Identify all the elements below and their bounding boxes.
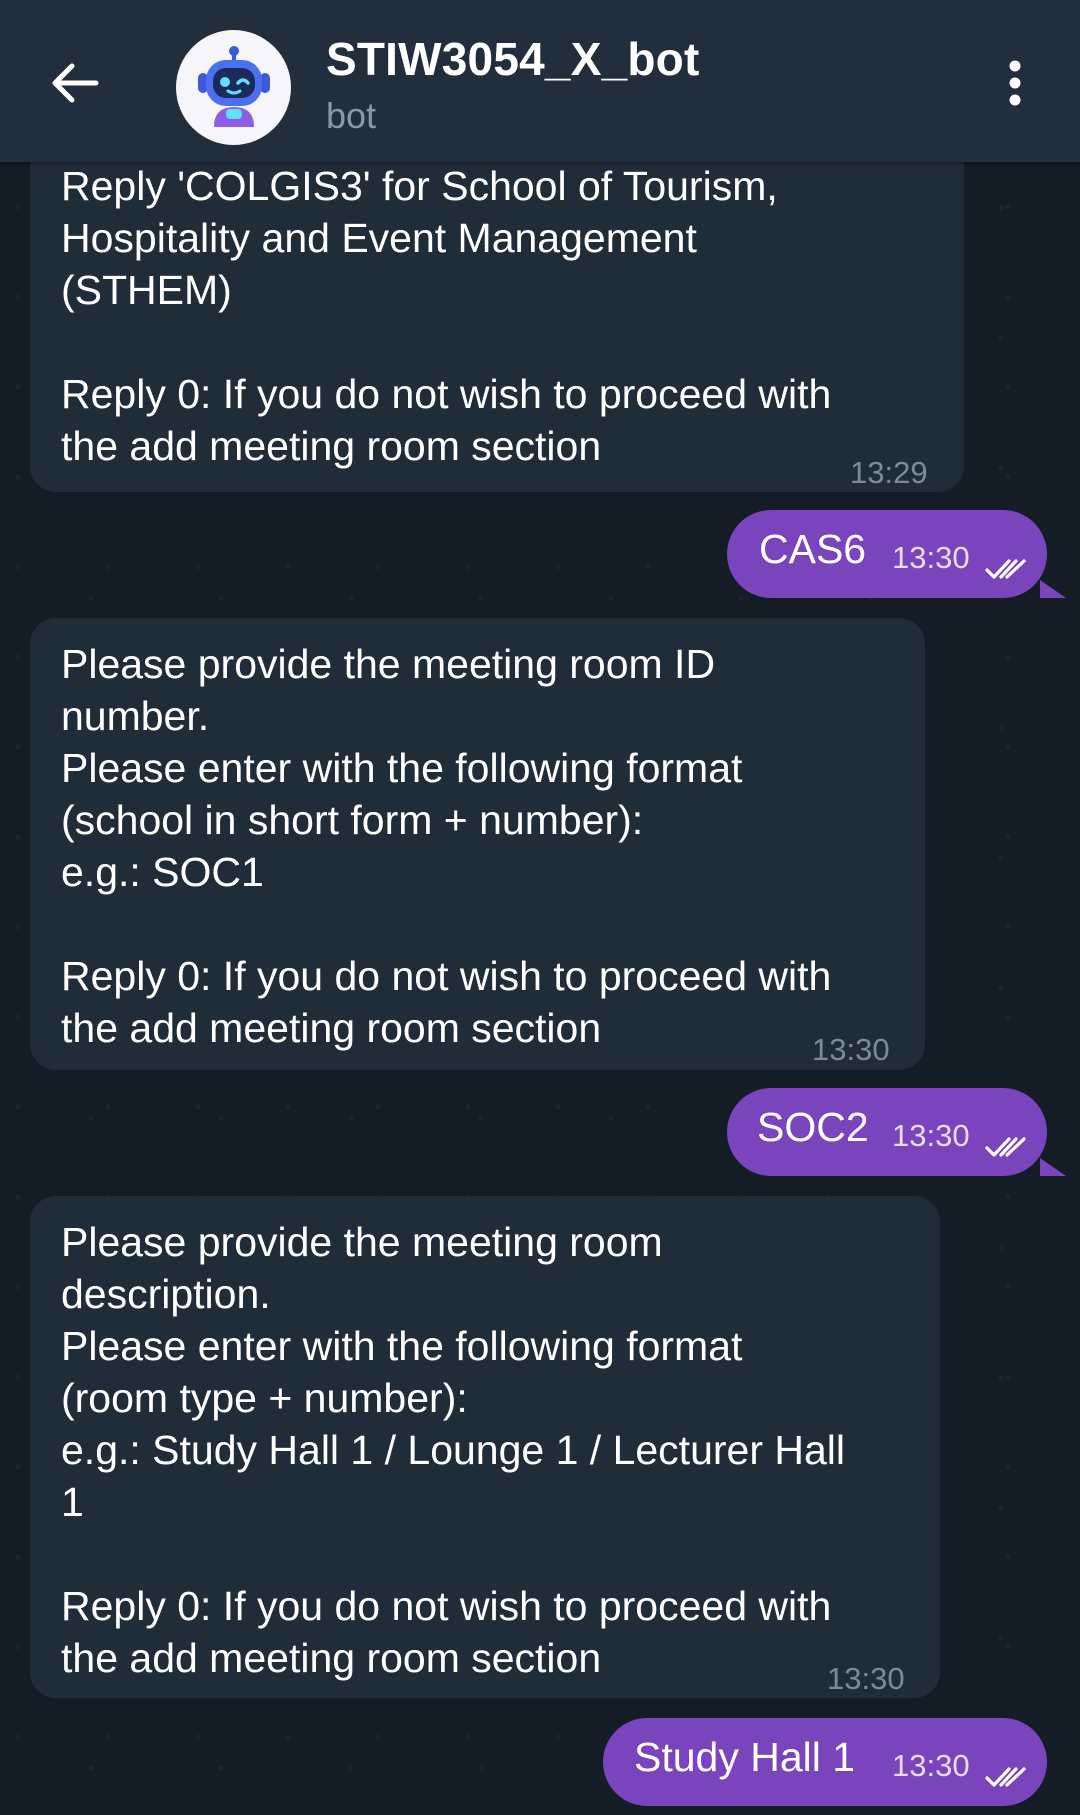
chat-title[interactable]: STIW3054_X_bot xyxy=(326,32,699,86)
message-time: 13:30 xyxy=(892,1748,970,1783)
double-check-icon xyxy=(985,544,1033,591)
message-text: SOC2 xyxy=(757,1104,869,1150)
double-check-icon xyxy=(985,1122,1033,1169)
more-options-button[interactable] xyxy=(990,50,1040,120)
back-button[interactable] xyxy=(40,45,110,125)
message-text: Reply 'COLGIS3' for School of Tourism, H… xyxy=(61,163,832,469)
message-text: Study Hall 1 xyxy=(634,1734,856,1780)
message-time: 13:30 xyxy=(892,540,970,575)
robot-icon xyxy=(192,43,276,132)
message-text: Please provide the meeting room descript… xyxy=(61,1219,846,1681)
message-time: 13:30 xyxy=(892,1118,970,1153)
outgoing-message[interactable]: CAS6 13:30 xyxy=(727,510,1047,598)
message-time: 13:29 xyxy=(850,455,928,490)
avatar[interactable] xyxy=(176,30,291,145)
outgoing-message[interactable]: Study Hall 1 13:30 xyxy=(603,1718,1047,1806)
outgoing-message[interactable]: SOC2 13:30 xyxy=(727,1088,1047,1176)
message-time: 13:30 xyxy=(812,1032,890,1067)
message-time: 13:30 xyxy=(827,1661,905,1696)
bubble-tail xyxy=(1040,1158,1066,1176)
message-text: CAS6 xyxy=(759,526,867,572)
chat-header: STIW3054_X_bot bot xyxy=(0,0,1080,162)
kebab-menu-icon xyxy=(1008,59,1022,112)
incoming-message[interactable]: Please provide the meeting room ID numbe… xyxy=(30,618,925,1070)
message-text: Please provide the meeting room ID numbe… xyxy=(61,641,832,1051)
arrow-left-icon xyxy=(50,61,100,110)
incoming-message[interactable]: Reply 'COLGIS3' for School of Tourism, H… xyxy=(30,120,964,492)
chat-subtitle: bot xyxy=(326,95,377,136)
bubble-tail xyxy=(1040,580,1066,598)
incoming-message[interactable]: Please provide the meeting room descript… xyxy=(30,1196,940,1698)
double-check-icon xyxy=(985,1752,1033,1799)
